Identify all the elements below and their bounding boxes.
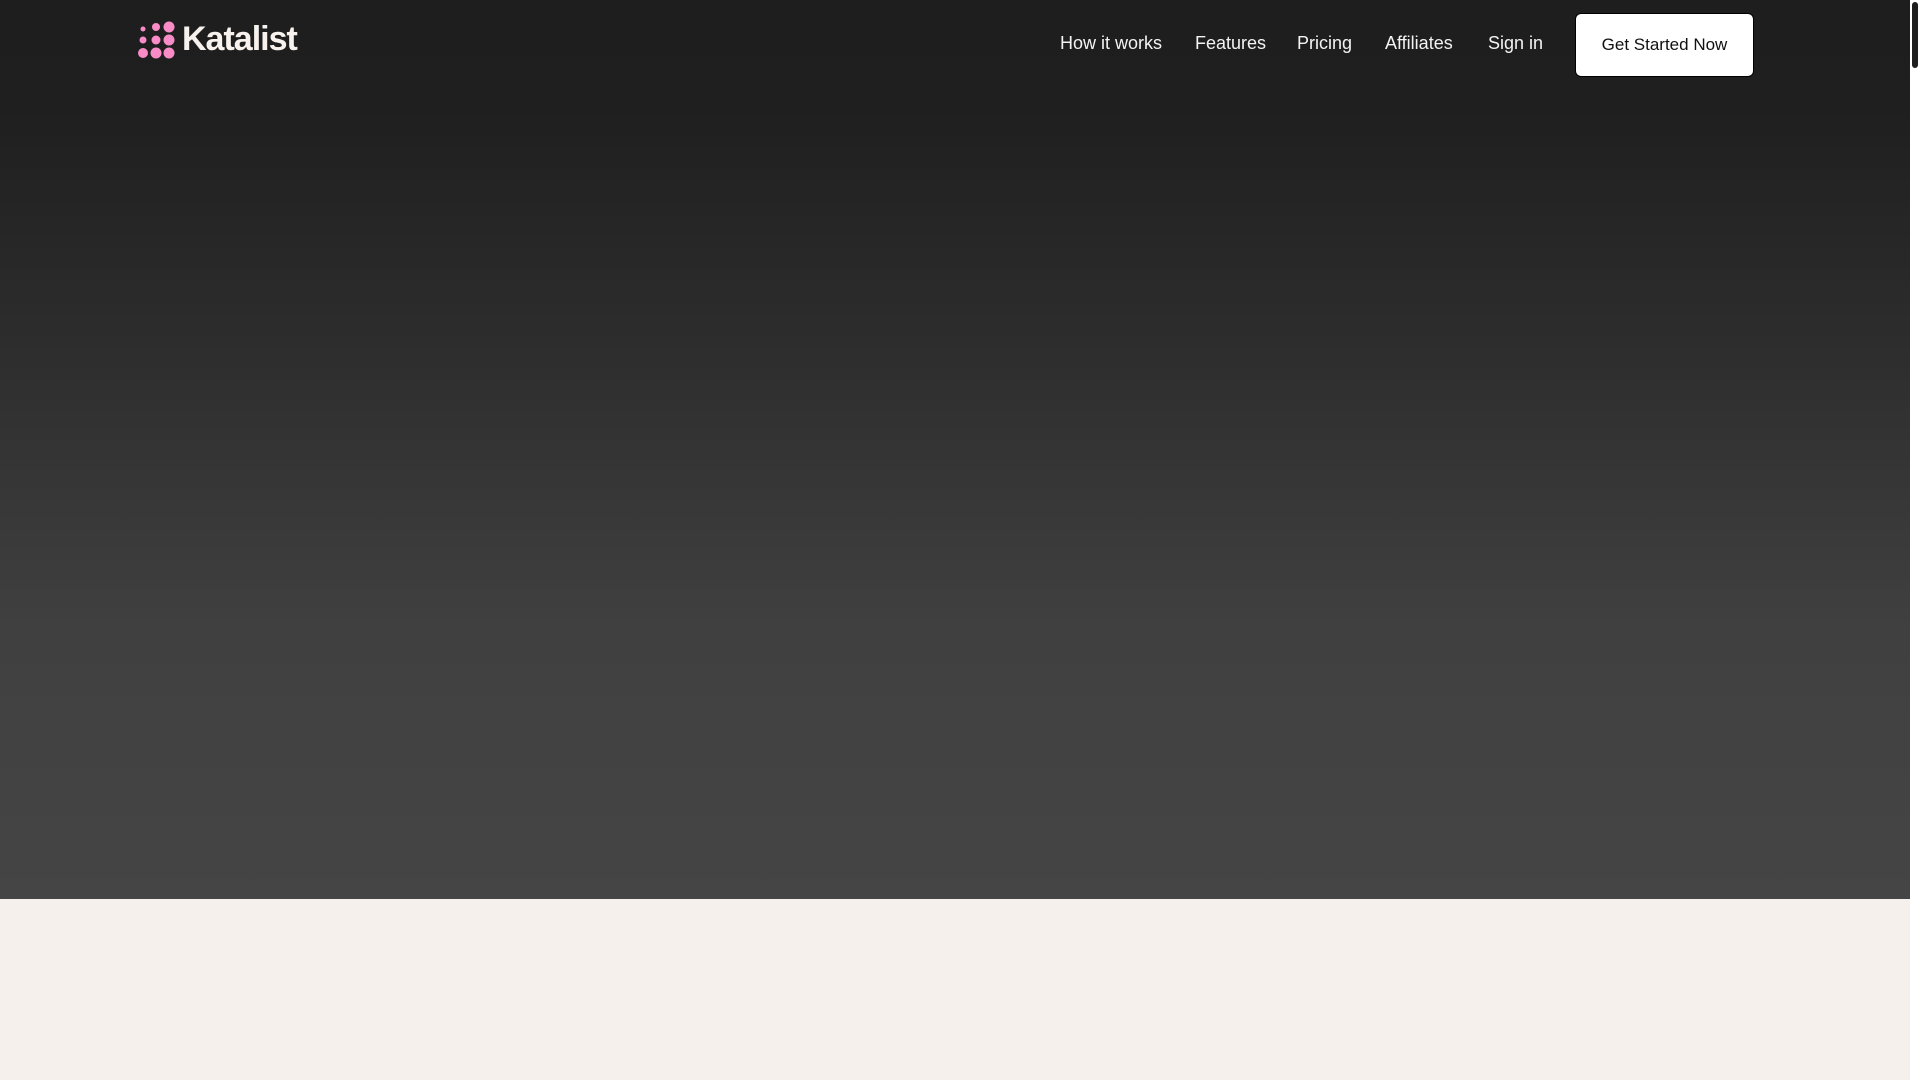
content-section: [0, 899, 1910, 1080]
logo-text: Katalist: [182, 20, 298, 58]
get-started-button[interactable]: Get Started Now: [1575, 13, 1754, 77]
logo[interactable]: Katalist: [138, 20, 298, 59]
nav-pricing[interactable]: Pricing: [1297, 33, 1352, 54]
nav-sign-in[interactable]: Sign in: [1488, 33, 1543, 54]
nav-features[interactable]: Features: [1195, 33, 1266, 54]
logo-dots-icon: [138, 21, 175, 58]
nav-how-it-works[interactable]: How it works: [1060, 33, 1162, 54]
hero-section: [0, 0, 1910, 899]
nav-affiliates[interactable]: Affiliates: [1385, 33, 1453, 54]
scrollbar-thumb[interactable]: [1912, 2, 1918, 68]
scrollbar[interactable]: [1910, 0, 1920, 1080]
